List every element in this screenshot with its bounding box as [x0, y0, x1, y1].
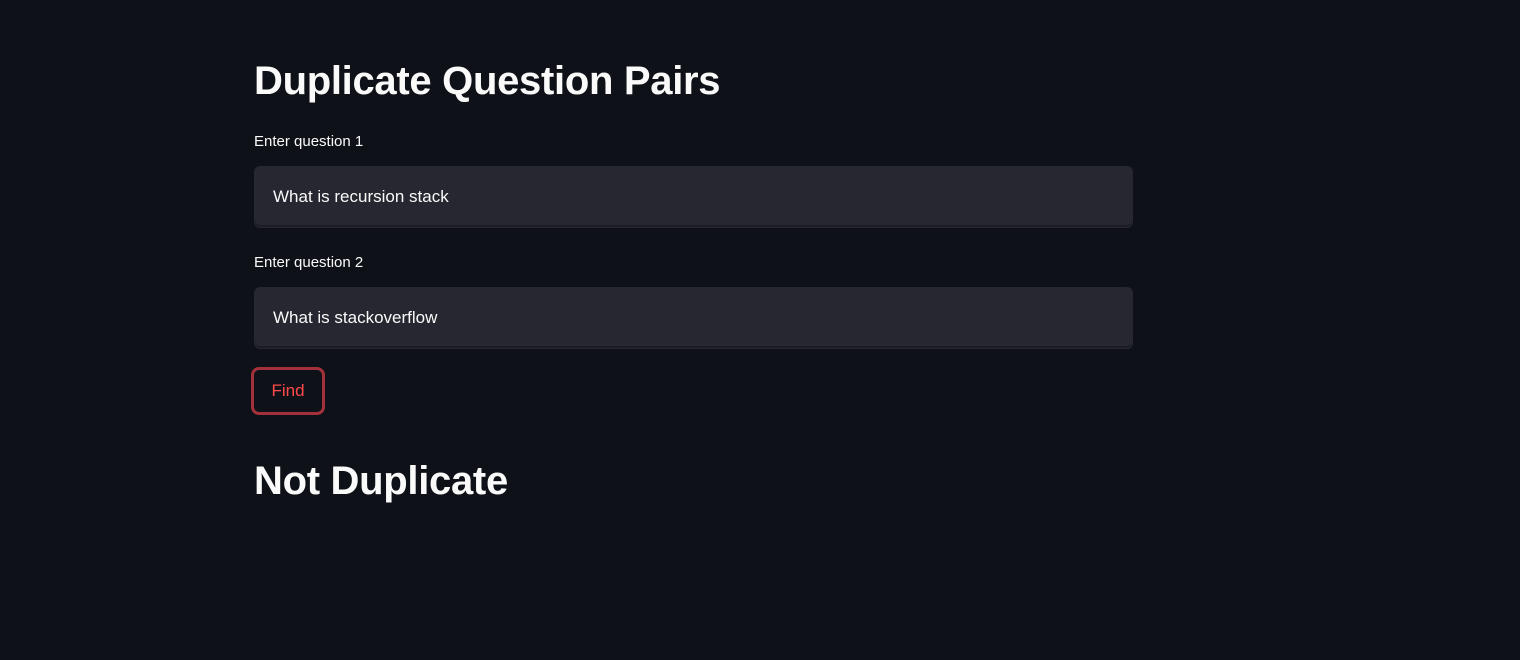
- question-1-label: Enter question 1: [254, 133, 364, 150]
- question-2-label: Enter question 2: [254, 254, 364, 271]
- find-button[interactable]: Find: [251, 367, 325, 415]
- question-2-input[interactable]: [254, 287, 1133, 349]
- question-1-input[interactable]: [254, 166, 1133, 228]
- result-heading: Not Duplicate: [254, 459, 508, 503]
- app-container: Duplicate Question Pairs Enter question …: [0, 0, 1520, 660]
- page-title: Duplicate Question Pairs: [254, 59, 721, 103]
